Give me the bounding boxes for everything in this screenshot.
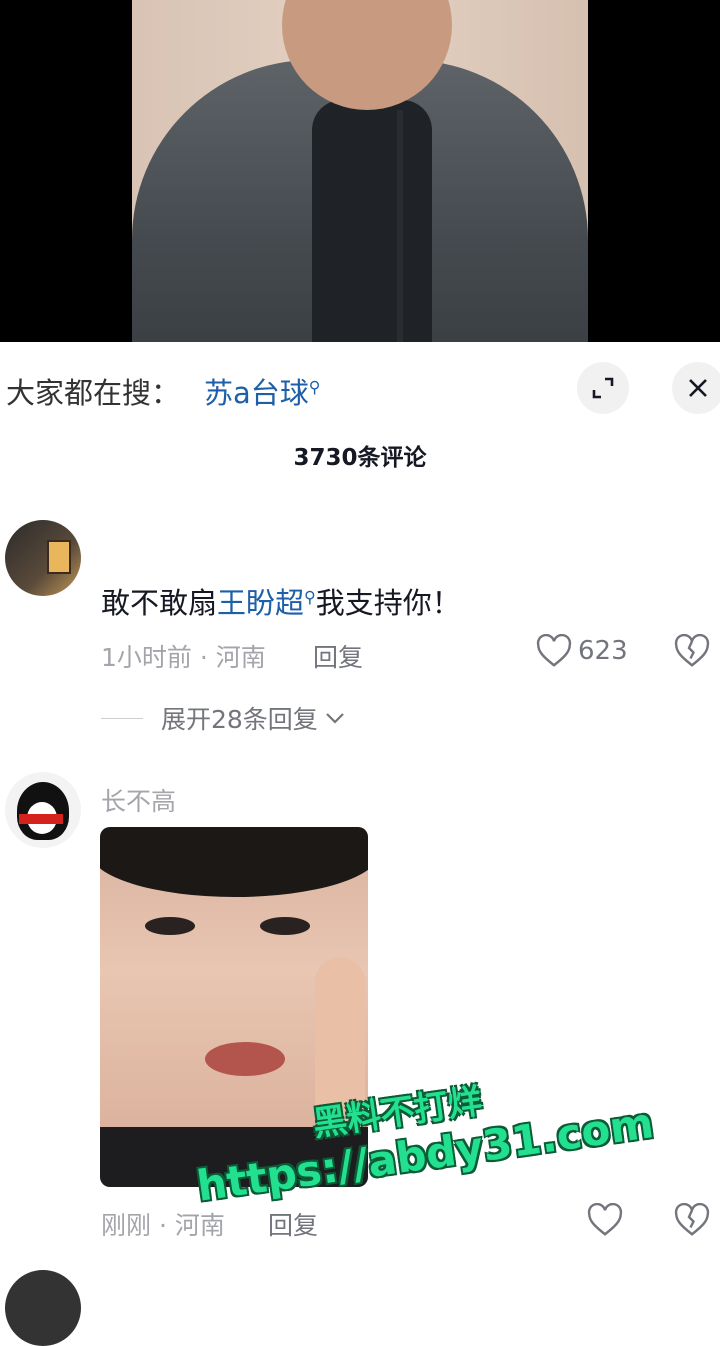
avatar[interactable] (5, 772, 81, 848)
photo-eye (260, 917, 310, 935)
like-button[interactable]: 623 (536, 634, 628, 668)
search-suggestion-prefix: 大家都在搜： (6, 376, 181, 410)
reply-button[interactable]: 回复 (268, 1206, 318, 1242)
avatar-penguin-scarf (19, 814, 63, 824)
like-count: 623 (578, 636, 628, 666)
video-person-zipper (397, 110, 403, 342)
comment-text-part: 我支持你！ (315, 586, 461, 620)
avatar[interactable] (5, 520, 81, 596)
search-suggestion-link[interactable]: 苏a台球⚲ (204, 370, 321, 412)
heart-icon (536, 634, 572, 667)
divider (101, 717, 143, 719)
like-button[interactable] (587, 1203, 623, 1237)
search-icon: ⚲ (308, 377, 321, 397)
avatar[interactable] (5, 1270, 81, 1346)
comment-username[interactable]: 长不高 (101, 782, 176, 818)
comment-text-part: 敢不敢扇 (101, 586, 218, 620)
expand-replies-label: 展开28条回复 (161, 705, 318, 734)
photo-mouth (205, 1042, 285, 1076)
video-frame (132, 0, 588, 342)
broken-heart-icon (674, 1202, 710, 1236)
heart-icon (587, 1203, 623, 1236)
chevron-down-icon (326, 713, 344, 724)
expand-button[interactable] (577, 362, 629, 414)
photo-hair (100, 827, 368, 897)
close-button[interactable] (672, 362, 720, 414)
search-icon: ⚲ (304, 587, 316, 607)
broken-heart-icon (674, 633, 710, 667)
close-icon (689, 379, 707, 397)
comment-count-title: 3730条评论 (293, 445, 427, 471)
photo-eye (145, 917, 195, 935)
comment-text: 敢不敢扇王盼超⚲我支持你！ (101, 580, 461, 622)
dislike-button[interactable] (674, 633, 710, 672)
video-person-shirt (312, 100, 432, 342)
avatar-window (47, 540, 71, 574)
comment-time-location: 1小时前 · 河南 (101, 643, 266, 672)
mention-link[interactable]: 王盼超⚲ (217, 586, 316, 620)
mention-text: 王盼超 (217, 586, 305, 620)
expand-replies-button[interactable]: 展开28条回复 (101, 700, 346, 736)
dislike-button[interactable] (674, 1202, 710, 1241)
comment-time-location: 刚刚 · 河南 (101, 1211, 225, 1240)
reply-button[interactable]: 回复 (313, 638, 363, 674)
expand-icon (592, 377, 614, 399)
search-term-text: 苏a台球 (204, 376, 309, 410)
video-player[interactable] (0, 0, 720, 342)
